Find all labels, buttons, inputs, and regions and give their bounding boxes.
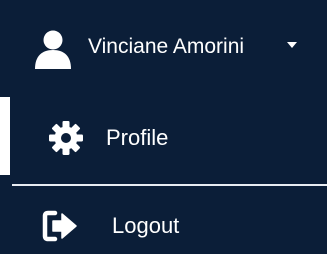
- user-dropdown-menu: Vinciane Amorini Profile Logout: [0, 0, 327, 254]
- sign-out-icon: [42, 210, 77, 242]
- user-menu-toggle[interactable]: Vinciane Amorini: [0, 0, 327, 92]
- menu-item-label: Logout: [112, 213, 180, 238]
- menu-item-logout[interactable]: Logout: [12, 194, 327, 254]
- gear-icon: [49, 121, 83, 155]
- user-icon: [35, 30, 71, 69]
- user-name: Vinciane Amorini: [88, 35, 245, 58]
- caret-down-icon: [287, 42, 297, 48]
- menu-item-profile[interactable]: Profile: [12, 97, 327, 177]
- menu-divider: [12, 184, 327, 186]
- active-indicator: [0, 97, 10, 175]
- menu-item-label: Profile: [106, 125, 169, 150]
